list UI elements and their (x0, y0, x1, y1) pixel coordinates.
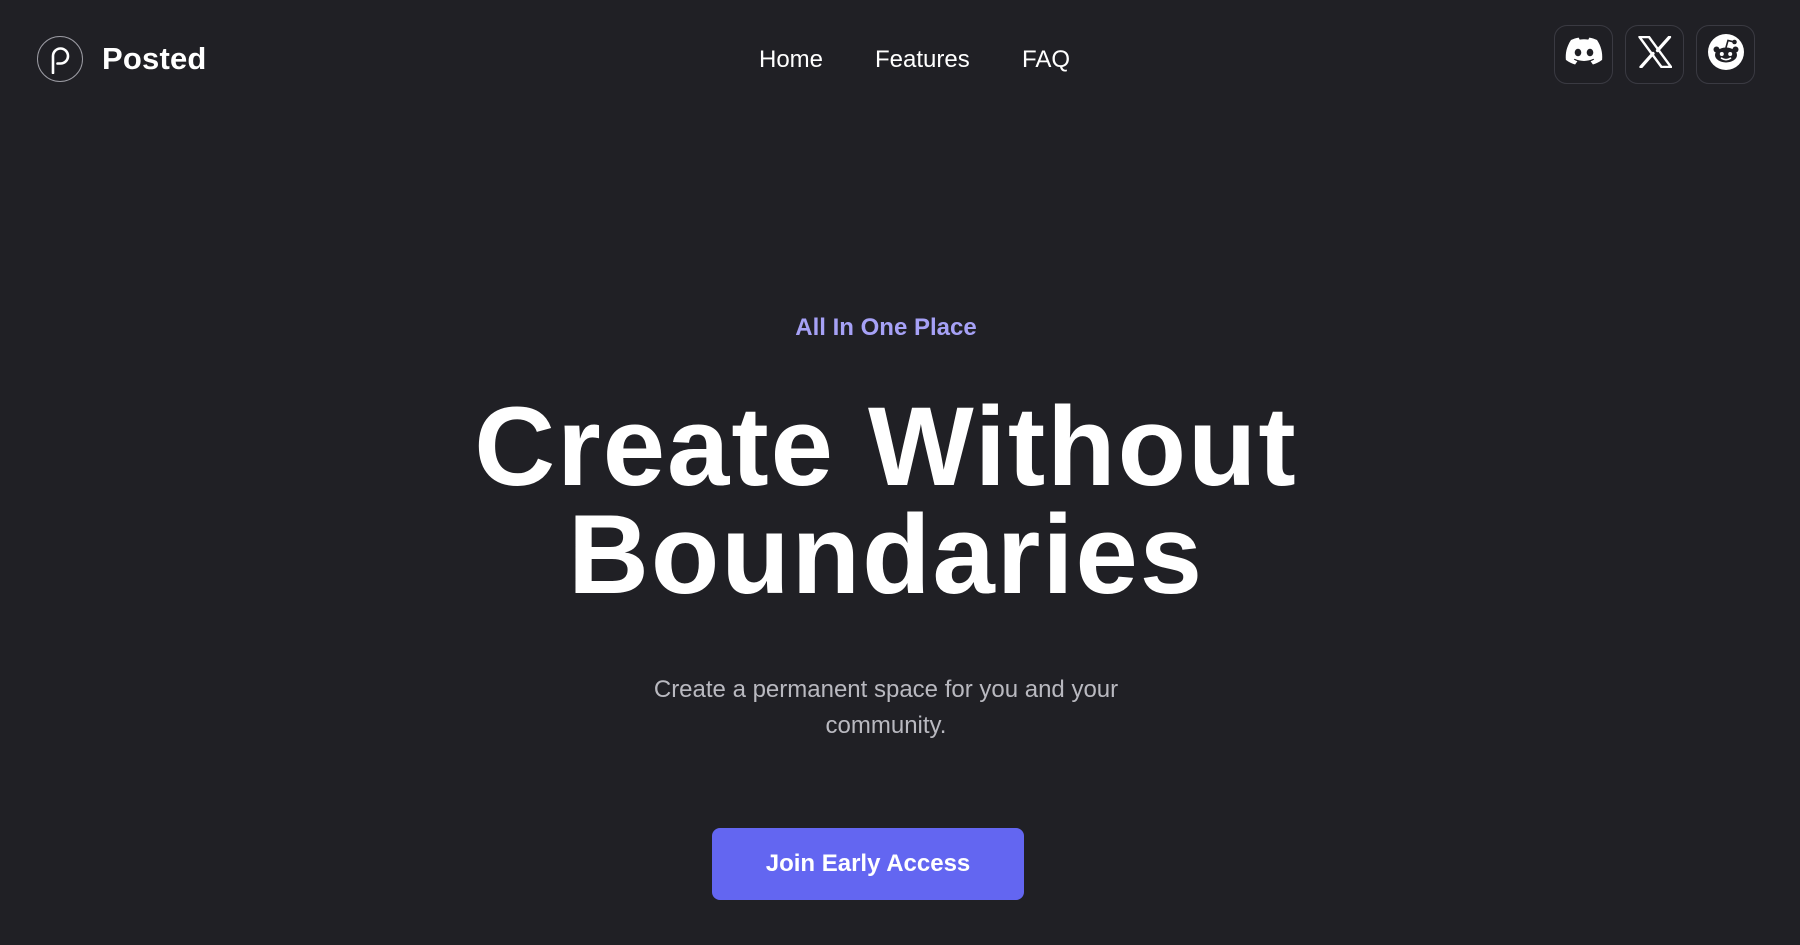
hero-headline: Create Without Boundaries (0, 384, 1772, 617)
landing-page: Posted Home Features FAQ All In One Plac… (0, 0, 1800, 945)
hero-headline-line-1: Create Without (474, 384, 1298, 509)
hero-section: All In One Place Create Without Boundari… (0, 0, 1800, 945)
hero-eyebrow: All In One Place (795, 314, 977, 341)
hero-subtitle-line-2: community. (825, 712, 947, 739)
hero-subtitle-line-1: Create a permanent space for you and you… (653, 676, 1119, 703)
join-early-access-button[interactable]: Join Early Access (712, 828, 1024, 900)
hero-subtitle: Create a permanent space for you and you… (0, 672, 1772, 744)
hero-headline-line-2: Boundaries (567, 492, 1205, 617)
